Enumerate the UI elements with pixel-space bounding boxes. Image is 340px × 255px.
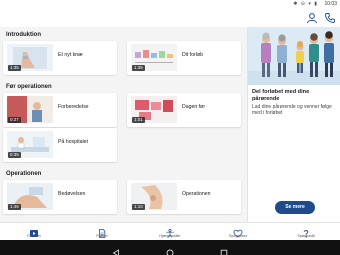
video-title: Dagen før	[182, 104, 206, 110]
nav-item-spoergsmaal[interactable]: Spørgsmål	[281, 223, 331, 241]
video-duration: 0:35	[8, 152, 21, 158]
video-title: På hospitalet	[58, 139, 88, 145]
video-card-bedoevelsen[interactable]: 1:49 Bedøvelsen	[3, 180, 117, 214]
heart-icon	[233, 225, 243, 238]
video-title: Dit forløb	[182, 52, 204, 58]
nav-label: Forløbet	[27, 234, 41, 238]
nav-label: Hjælpemidler	[159, 234, 181, 238]
question-icon	[301, 225, 311, 238]
video-title: Operationen	[182, 191, 211, 197]
video-duration: 1:49	[8, 204, 21, 210]
section-title-operationen: Operationen	[6, 171, 42, 177]
video-card-dagen-foer[interactable]: 1:01 Dagen før	[127, 93, 241, 127]
video-duration: 1:35	[8, 65, 21, 71]
nav-item-hjaelpemidler[interactable]: Hjælpemidler	[145, 223, 195, 241]
video-card-paa-hospitalet[interactable]: 0:35 På hospitalet	[3, 128, 117, 162]
section-title-introduktion: Introduktion	[6, 32, 41, 38]
video-duration: 1:01	[132, 117, 145, 123]
video-title: Forberedelse	[58, 104, 89, 110]
phone-icon[interactable]	[324, 11, 336, 23]
bottom-navigation: Forløbet Papirer Hjælpemidler Symptomer …	[0, 222, 340, 240]
back-icon[interactable]	[112, 244, 120, 255]
video-title: Bedøvelsen	[58, 191, 86, 197]
nav-item-forloebet[interactable]: Forløbet	[9, 223, 59, 241]
video-card-et-nyt-knae[interactable]: 1:35 Et nyt knæ	[3, 41, 117, 75]
share-panel-title: Del forløbet med dine pårørende	[252, 89, 310, 102]
video-card-operationen[interactable]: 1:10 Operationen	[127, 180, 241, 214]
video-card-forberedelse[interactable]: 0:27 Forberedelse	[3, 93, 117, 127]
profile-icon[interactable]	[306, 11, 318, 24]
video-duration: 0:27	[8, 117, 21, 123]
nav-item-papirer[interactable]: Papirer	[77, 223, 127, 241]
system-navigation-bar	[0, 240, 340, 255]
nav-label: Papirer	[96, 234, 108, 238]
video-title: Et nyt knæ	[58, 52, 83, 58]
video-card-dit-forloeb[interactable]: 1:35 Dit forløb	[127, 41, 241, 75]
nav-label: Spørgsmål	[297, 234, 315, 238]
home-icon[interactable]	[166, 244, 174, 255]
nav-label: Symptomer	[228, 234, 248, 238]
share-panel: Del forløbet med dine pårørende Lad dine…	[247, 27, 340, 222]
document-icon	[97, 225, 107, 238]
nav-item-symptomer[interactable]: Symptomer	[213, 223, 263, 241]
recents-icon[interactable]	[220, 244, 228, 255]
family-illustration	[248, 27, 340, 85]
status-icons: ✱ ⊖ ▾ ▮	[293, 1, 318, 7]
play-icon	[29, 225, 39, 237]
video-duration: 1:10	[132, 204, 145, 210]
section-title-foer-operationen: Før operationen	[6, 84, 52, 90]
video-duration: 1:35	[132, 65, 145, 71]
video-list: Introduktion 1:35 Et nyt knæ 1:35 Dit fo…	[0, 27, 247, 222]
person-icon	[165, 225, 175, 238]
status-bar: ✱ ⊖ ▾ ▮ 10:03	[0, 0, 340, 8]
status-time: 10:03	[324, 1, 337, 7]
app-bar	[0, 8, 340, 27]
see-more-button[interactable]: Se mere	[275, 201, 315, 214]
share-panel-description: Lad dine pårørende og venner følge med i…	[252, 104, 332, 116]
